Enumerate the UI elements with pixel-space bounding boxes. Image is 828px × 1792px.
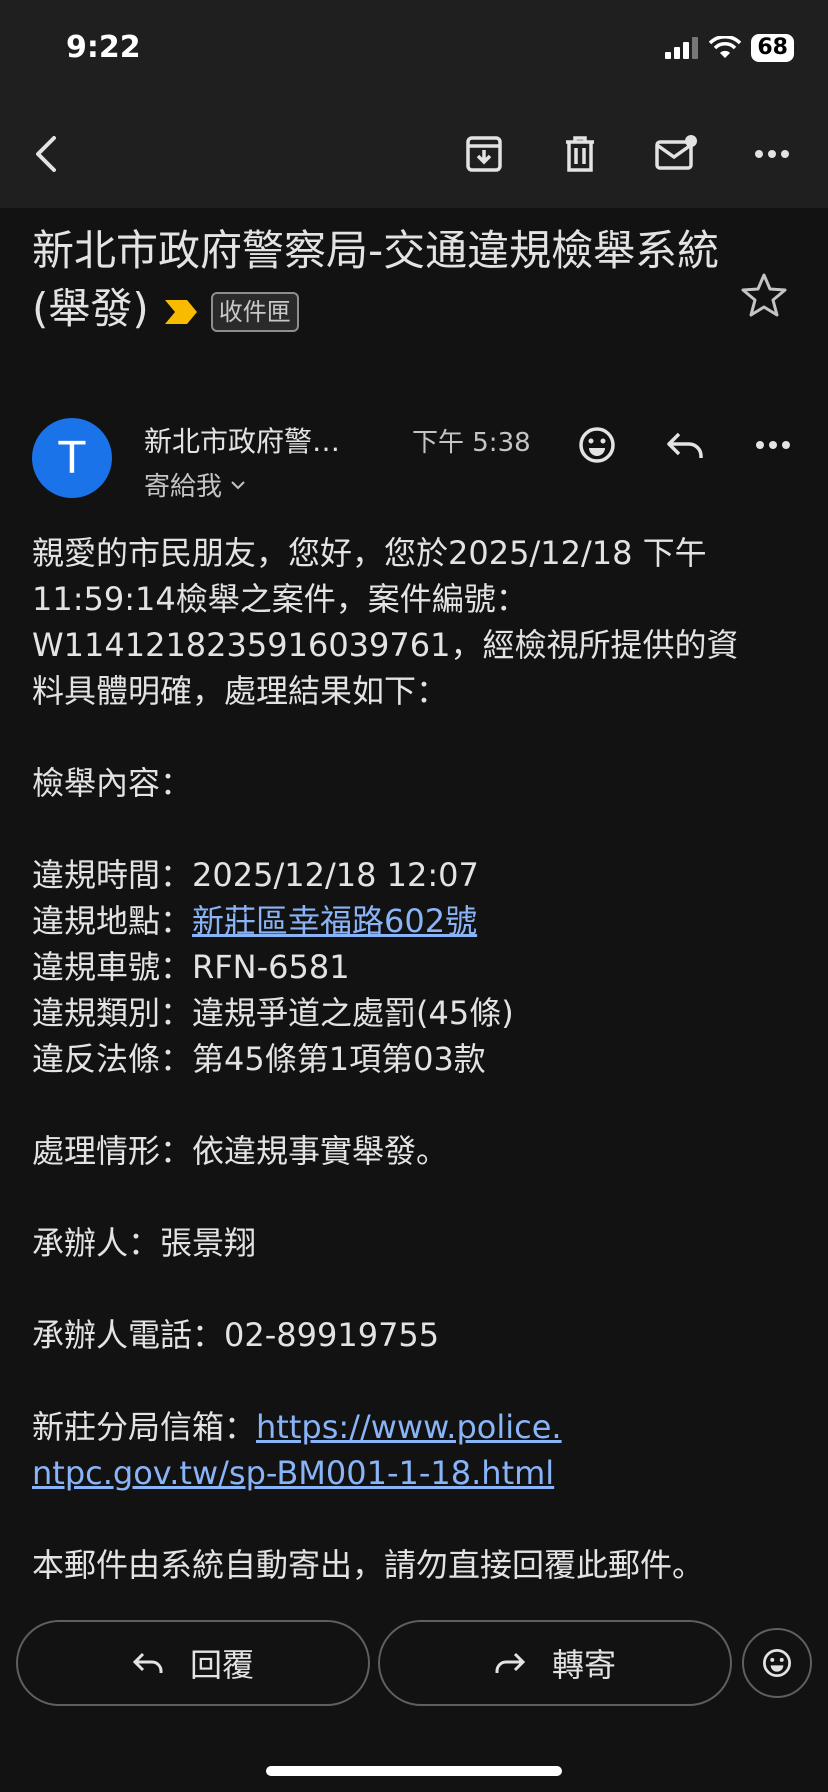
star-icon [741, 273, 787, 317]
footer-note: 本郵件由系統自動寄出，請勿直接回覆此郵件。 [32, 1546, 705, 1584]
reply-icon [132, 1652, 163, 1673]
violation-law: 違反法條：第45條第1項第03款 [32, 1040, 486, 1078]
violation-category: 違規類別：違規爭道之處罰(45條) [32, 994, 514, 1032]
violation-location: 違規地點：新莊區幸福路602號 [32, 902, 478, 940]
mailbox-link[interactable]: https://www.police. [256, 1408, 562, 1446]
location-link[interactable]: 新莊區幸福路602號 [192, 902, 477, 940]
chevron-down-icon [231, 480, 245, 489]
body-line: 11:59:14檢舉之案件，案件編號： [32, 580, 528, 618]
message-more-button[interactable] [748, 420, 798, 470]
delete-button[interactable] [554, 128, 606, 180]
emoji-reaction-button[interactable] [742, 1628, 812, 1698]
mark-unread-button[interactable] [650, 128, 702, 180]
forward-label: 轉寄 [551, 1646, 616, 1684]
officer-name: 承辦人：張景翔 [32, 1224, 257, 1262]
archive-icon [466, 136, 502, 172]
mailbox-line: 新莊分局信箱：https://www.police. [32, 1408, 562, 1446]
status-bar: 9:22 68 [0, 0, 828, 100]
recipient-text: 寄給我 [144, 472, 223, 502]
body-line: 親愛的市民朋友，您好，您於2025/12/18 下午 [32, 534, 707, 572]
email-toolbar [0, 100, 828, 208]
reply-button[interactable] [660, 420, 710, 470]
content-heading: 檢舉內容： [32, 764, 193, 802]
home-indicator[interactable] [266, 1766, 562, 1776]
mailbox-link[interactable]: ntpc.gov.tw/sp-BM001-1-18.html [32, 1454, 554, 1492]
back-arrow-icon [36, 136, 56, 172]
reply-icon [667, 432, 703, 458]
mail-unread-icon [655, 135, 697, 170]
more-horizontal-icon [755, 150, 789, 158]
body-line: 料具體明確，處理結果如下： [32, 672, 449, 710]
emoji-icon [762, 1648, 792, 1678]
back-button[interactable] [20, 128, 72, 180]
status-time: 9:22 [66, 30, 141, 65]
trash-icon [566, 136, 594, 172]
star-button[interactable] [740, 272, 788, 322]
forward-icon [495, 1652, 526, 1673]
officer-phone: 承辦人電話：02-89919755 [32, 1316, 440, 1354]
more-options-button[interactable] [746, 128, 798, 180]
wifi-icon [709, 36, 742, 58]
more-horizontal-icon [756, 441, 790, 449]
handling-status: 處理情形：依違規事實舉發。 [32, 1132, 449, 1170]
reply-action-button[interactable]: 回覆 [16, 1620, 370, 1706]
archive-button[interactable] [458, 128, 510, 180]
inbox-label-badge[interactable]: 收件匣 [210, 291, 299, 332]
email-subject: 新北市政府警察局-交通違規檢舉系統(舉發) 收件匣 [32, 222, 732, 341]
sent-time: 下午 5:38 [412, 428, 531, 458]
violation-plate: 違規車號：RFN-6581 [32, 948, 350, 986]
violation-time: 違規時間：2025/12/18 12:07 [32, 856, 479, 894]
battery-icon: 68 [751, 34, 794, 62]
important-marker-icon[interactable] [163, 283, 199, 341]
sender-avatar[interactable]: T [32, 418, 112, 498]
recipient-details[interactable]: 寄給我 [144, 466, 246, 503]
signal-icon [665, 37, 699, 59]
forward-action-button[interactable]: 轉寄 [378, 1620, 732, 1706]
email-body: 親愛的市民朋友，您好，您於2025/12/18 下午 11:59:14檢舉之案件… [32, 530, 792, 1588]
body-line: W1141218235916039761，經檢視所提供的資 [32, 626, 739, 664]
reply-label: 回覆 [189, 1646, 254, 1684]
mailbox-line: ntpc.gov.tw/sp-BM001-1-18.html [32, 1450, 792, 1496]
subject-text: 新北市政府警察局-交通違規檢舉系統(舉發) [32, 226, 720, 333]
sender-name[interactable]: 新北市政府警… [144, 420, 340, 460]
emoji-icon [579, 427, 615, 463]
add-reaction-button[interactable] [572, 420, 622, 470]
